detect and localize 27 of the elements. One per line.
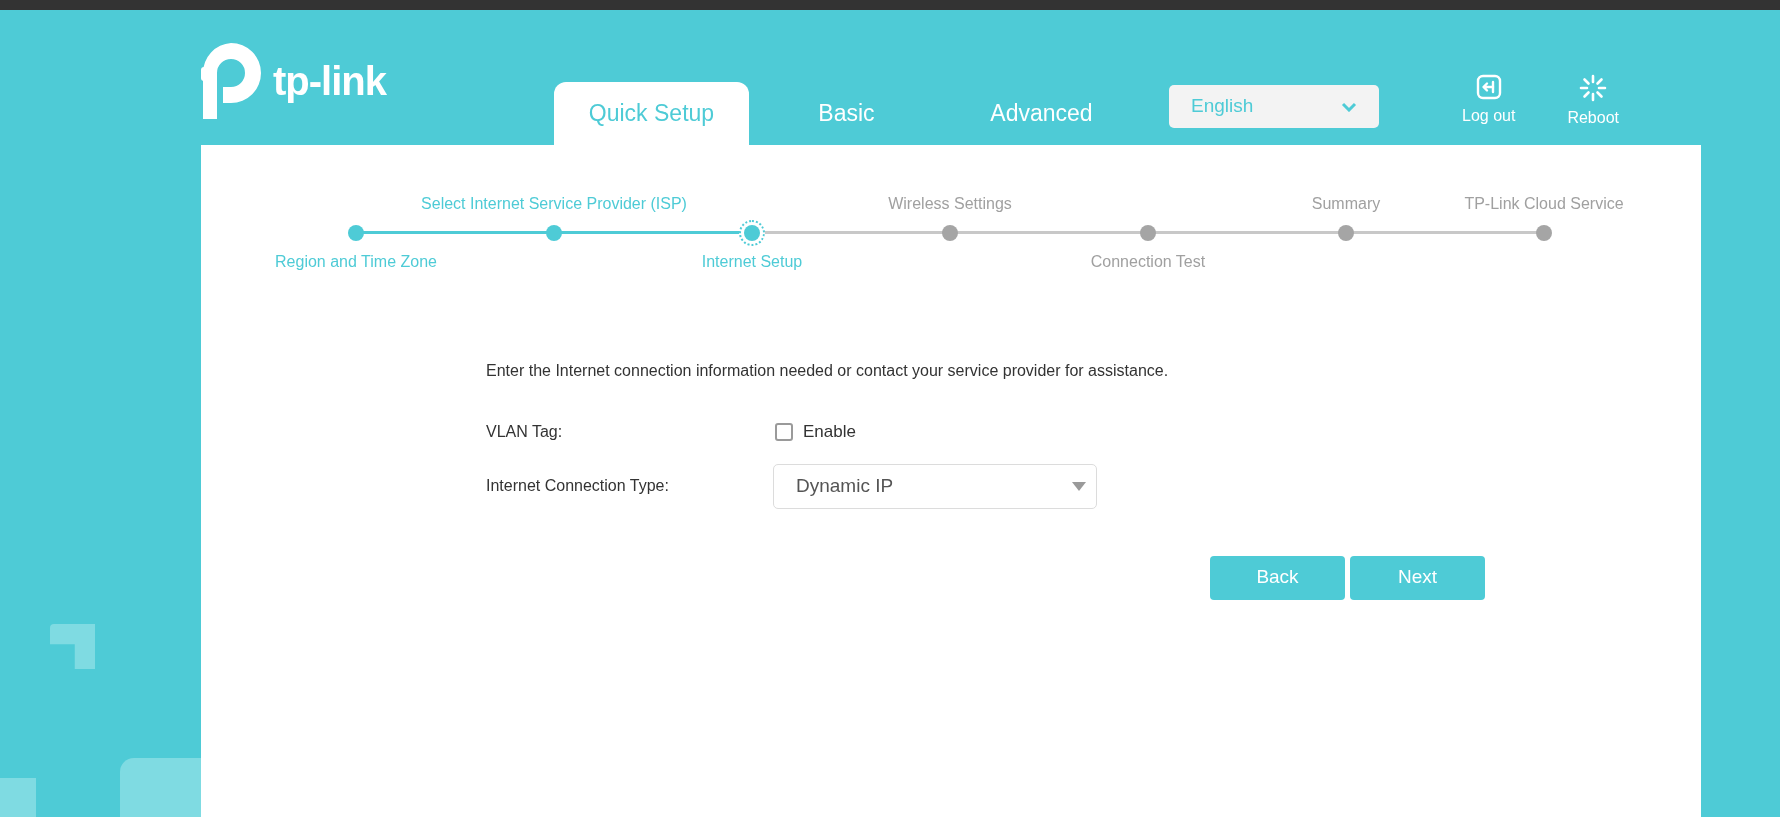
nav-tab[interactable]: Advanced [944,82,1139,145]
step-label: TP-Link Cloud Service [1464,194,1624,214]
back-button[interactable]: Back [1210,555,1345,600]
logout-button[interactable]: Log out [1462,74,1516,130]
step-label: Connection Test [1090,252,1206,272]
step-label: Internet Setup [701,252,803,272]
nav-tab[interactable]: Quick Setup [554,82,749,145]
checkbox[interactable] [775,422,793,441]
decorative-shape [0,778,36,817]
intro-text: Enter the Internet connection information needed or contact your service provider for assistance. [486,361,1170,381]
checkbox-label: Enable [803,421,856,443]
step-label: Region and Time Zone [275,252,437,272]
step-label: Select Internet Service Provider (ISP) [421,194,687,214]
reboot-button[interactable]: Reboot [1567,74,1619,130]
field-label: VLAN Tag: [486,421,564,442]
spinner-icon [1579,74,1608,102]
chevron-down-icon [1341,101,1357,112]
language-select[interactable]: English [1169,85,1379,128]
logo-text: tp-link [273,58,386,105]
step-label: Wireless Settings [888,194,1012,214]
dropdown-arrow-icon [1072,481,1086,491]
connection-type-select[interactable]: Dynamic IP [773,463,1097,509]
nav-tab[interactable]: Basic [749,82,944,145]
next-button[interactable]: Next [1350,555,1485,600]
logout-icon [1475,74,1502,100]
field-label: Internet Connection Type: [486,476,670,496]
step-label: Summary [1311,194,1381,214]
